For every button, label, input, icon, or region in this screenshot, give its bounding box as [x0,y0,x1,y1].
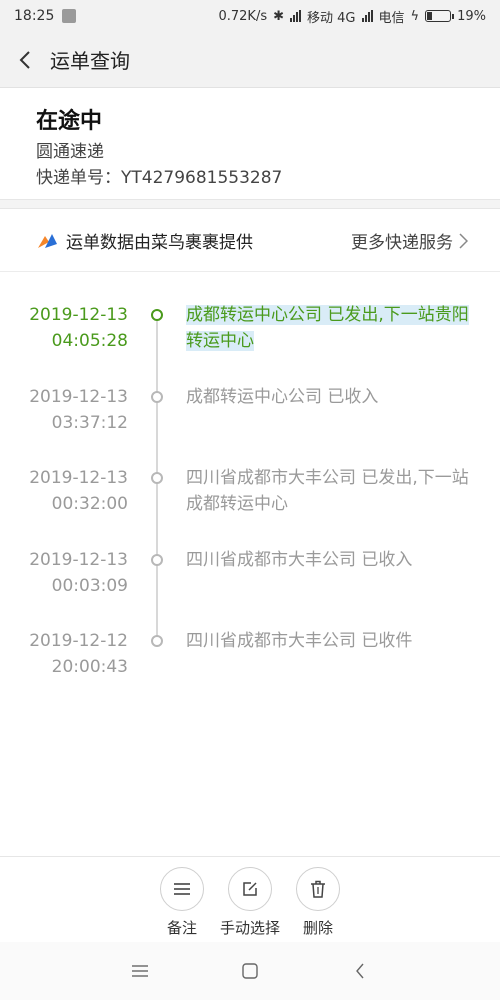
timeline-event: 2019-12-13 03:37:12 成都转运中心公司 已收入 [0,384,500,464]
back-arrow-icon [19,50,30,69]
signal-icon-2 [361,10,373,22]
system-back-button[interactable] [345,956,375,986]
delete-button[interactable]: 删除 [295,867,341,942]
menu-icon [132,965,148,977]
note-icon-circle [160,867,204,911]
data-provider-text: 运单数据由菜鸟裹裹提供 [66,233,253,253]
manual-icon-circle [228,867,272,911]
event-description[interactable]: 成都转运中心公司 已收入 [186,384,476,410]
bluetooth-icon: ✱ [273,8,285,24]
shipment-summary: 在途中 圆通速递 快递单号：YT4279681553287 [0,89,500,199]
manual-select-button[interactable]: 手动选择 [220,867,280,942]
notification-icon [62,9,77,23]
more-courier-services-link[interactable]: 更多快递服务 [351,228,468,253]
event-description[interactable]: 成都转运中心公司 已发出,下一站贵阳转运中心 [186,302,476,354]
back-button[interactable] [0,32,50,88]
event-description[interactable]: 四川省成都市大丰公司 已收入 [186,547,476,573]
carrier-2: 电信 [378,10,405,26]
shipment-status: 在途中 [36,109,103,134]
trash-icon [311,880,325,898]
clock: 18:25 [14,8,55,24]
battery-percent: 19% [457,8,486,24]
title-bar: 运单查询 [0,32,500,88]
note-label: 备注 [166,919,197,937]
chevron-right-icon [459,232,468,249]
event-description[interactable]: 四川省成都市大丰公司 已发出,下一站 成都转运中心 [186,465,476,517]
delete-icon-circle [296,867,340,911]
timeline-event: 2019-12-12 20:00:43 四川省成都市大丰公司 已收件 [0,628,500,708]
event-time: 2019-12-13 00:32:00 [29,468,128,514]
battery-icon [425,10,455,22]
event-description[interactable]: 四川省成都市大丰公司 已收件 [186,628,476,654]
cainiao-logo-icon [38,233,57,248]
more-services-label: 更多快递服务 [351,233,453,253]
event-time: 2019-12-13 04:05:28 [29,305,128,351]
timeline-dot [151,554,163,566]
note-button[interactable]: 备注 [159,867,205,942]
recent-apps-button[interactable] [125,956,155,986]
bottom-action-bar: 备注 手动选择 删除 [0,856,500,942]
back-triangle-icon [356,963,364,979]
home-button[interactable] [235,956,265,986]
delete-label: 删除 [302,919,333,937]
timeline-event: 2019-12-13 04:05:28 成都转运中心公司 已发出,下一站贵阳转运中… [0,302,500,382]
timeline-event: 2019-12-13 00:03:09 四川省成都市大丰公司 已收入 [0,547,500,627]
home-square-icon [242,963,258,979]
charging-icon: ϟ [410,8,420,24]
system-nav-bar [0,942,500,1000]
timeline-dot [151,472,163,484]
timeline-dot [151,391,163,403]
menu-lines-icon [174,883,190,895]
edit-icon [243,882,257,896]
timeline-event: 2019-12-13 00:32:00 四川省成都市大丰公司 已发出,下一站 成都… [0,465,500,545]
courier-name[interactable]: 圆通速递 [36,139,464,165]
timeline-dot [151,635,163,647]
tracking-number[interactable]: 快递单号：YT4279681553287 [36,165,464,191]
manual-select-label: 手动选择 [220,919,281,937]
timeline-dot-current [151,309,163,321]
network-speed: 0.72K/s [218,8,268,24]
event-time: 2019-12-13 00:03:09 [29,550,128,596]
section-divider [0,199,500,209]
data-provider-row: 运单数据由菜鸟裹裹提供 更多快递服务 [0,210,500,272]
page-title: 运单查询 [50,49,130,73]
event-time: 2019-12-12 20:00:43 [29,631,128,677]
status-bar: 18:25 0.72K/s ✱ 移动 4G 电信 ϟ 19% [0,0,500,32]
signal-icon [290,10,302,22]
event-time: 2019-12-13 03:37:12 [29,387,128,433]
carrier-1: 移动 4G [307,10,356,26]
